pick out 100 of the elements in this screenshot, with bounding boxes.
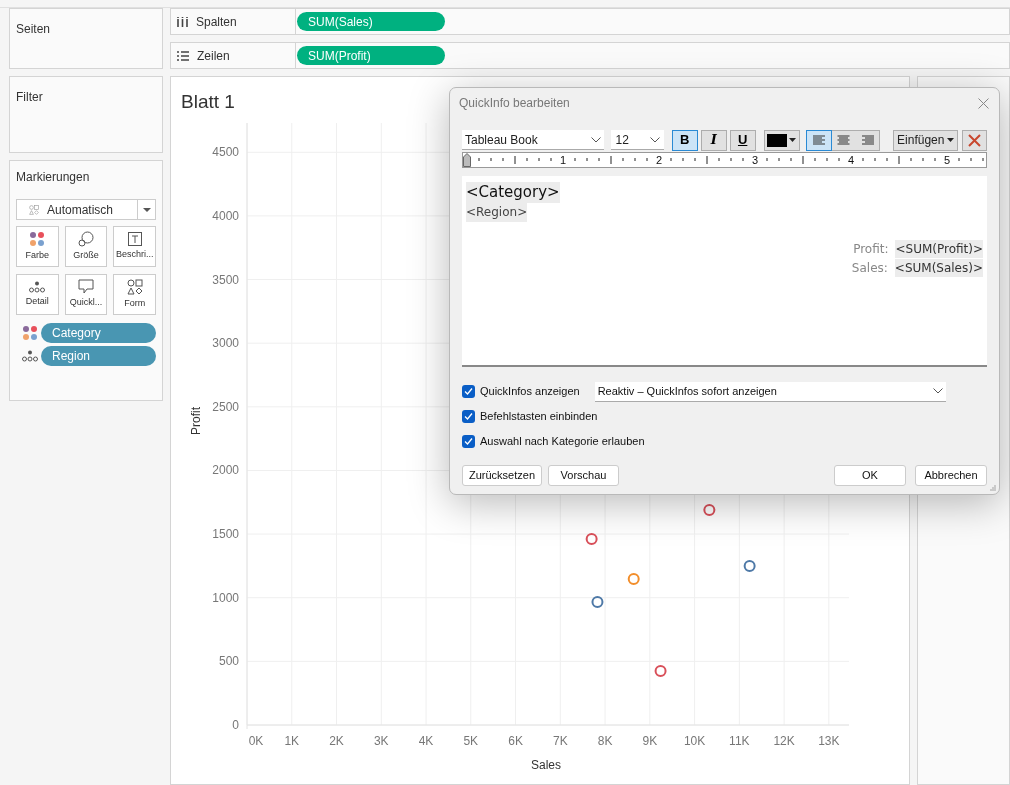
- align-icon: [812, 134, 826, 146]
- x-tick-label: 4K: [418, 734, 434, 748]
- text-icon: [127, 231, 142, 246]
- x-tick-label: 3K: [373, 734, 389, 748]
- dialog-button[interactable]: Abbrechen: [915, 465, 987, 486]
- y-axis-title: Profit: [189, 407, 203, 435]
- card-title: Filter: [16, 90, 43, 104]
- align-icon: [836, 134, 850, 146]
- checkbox-label: QuickInfos anzeigen: [480, 384, 580, 400]
- shelf-label: Spalten: [196, 13, 237, 31]
- x-tick-label: 5K: [463, 734, 479, 748]
- dialog-title: QuickInfo bearbeiten: [459, 95, 570, 112]
- dots-icon: [29, 280, 46, 293]
- shapes-icon: [29, 204, 39, 215]
- size-dropdown[interactable]: 12: [611, 130, 664, 150]
- checkbox[interactable]: [462, 410, 475, 423]
- color-picker[interactable]: [763, 129, 801, 151]
- field-token: <Region>: [466, 203, 528, 222]
- check-icon: [464, 437, 473, 446]
- marks-button[interactable]: Farbe: [16, 226, 59, 267]
- chevron-icon: [591, 136, 602, 143]
- x-tick-label: 13K: [818, 734, 840, 748]
- clear-button[interactable]: [962, 129, 987, 151]
- close-icon[interactable]: [978, 97, 989, 109]
- color-dots-icon: [22, 325, 38, 341]
- field-token: <SUM(Profit)>: [895, 240, 983, 258]
- format-button[interactable]: B: [671, 129, 698, 151]
- color-dots-icon: [29, 230, 46, 247]
- columns-icon: [177, 16, 188, 27]
- card-title: Markierungen: [16, 169, 91, 186]
- circles-icon: [78, 230, 94, 247]
- dialog-button[interactable]: OK: [834, 465, 906, 486]
- marks-button[interactable]: Beschri...: [113, 226, 156, 267]
- ruler-number: 5: [944, 153, 951, 167]
- dots-icon: [22, 350, 38, 362]
- field-token: <Category>: [466, 182, 560, 203]
- list-icon: [177, 50, 189, 61]
- y-tick-label: 3000: [212, 336, 239, 351]
- checkbox[interactable]: [462, 385, 475, 398]
- mark-type-dropdown[interactable]: Automatisch: [16, 199, 156, 220]
- y-tick-label: 2000: [212, 463, 239, 478]
- x-tick-label: 2K: [329, 734, 344, 748]
- ruler-number: 3: [752, 153, 759, 167]
- tooltip-mode-dropdown[interactable]: Reaktiv – QuickInfos sofort anzeigen: [594, 381, 946, 402]
- field-label: Sales:: [851, 260, 888, 277]
- caret-icon: [947, 138, 955, 142]
- font-dropdown[interactable]: Tableau Book: [462, 130, 605, 150]
- sheet-title: Blatt 1: [181, 91, 235, 112]
- insert-button[interactable]: Einfügen: [893, 129, 959, 151]
- close-icon: [968, 133, 982, 147]
- marks-button[interactable]: Quickl...: [64, 274, 108, 315]
- tooltip-editor[interactable]: <Category> <Region> Profit: <SUM(Profit)> Sales: <SUM(Sales)>: [462, 176, 987, 367]
- dialog-button[interactable]: Vorschau: [548, 465, 620, 486]
- marks-button[interactable]: Detail: [16, 274, 59, 315]
- x-tick-label: 0K: [248, 734, 264, 748]
- checkbox-label: Auswahl nach Kategorie erlauben: [480, 434, 645, 450]
- marks-button[interactable]: Größe: [64, 226, 108, 267]
- caret-icon: [142, 207, 151, 212]
- format-button[interactable]: U: [729, 129, 756, 151]
- checkbox[interactable]: [462, 435, 475, 448]
- x-tick-label: 6K: [508, 734, 523, 748]
- field-token: <SUM(Sales)>: [894, 259, 983, 277]
- x-tick-label: 8K: [597, 734, 613, 748]
- align-button[interactable]: [807, 130, 832, 150]
- check-icon: [464, 387, 473, 396]
- marks-button[interactable]: Form: [113, 274, 156, 315]
- x-tick-label: 9K: [642, 734, 658, 748]
- y-tick-label: 2500: [212, 399, 239, 414]
- field-label: Profit:: [853, 241, 889, 258]
- ruler-number: 2: [656, 153, 663, 167]
- x-tick-label: 10K: [683, 734, 706, 748]
- ruler-number: 4: [848, 153, 855, 167]
- dialog-button[interactable]: Zurücksetzen: [462, 465, 543, 486]
- x-tick-label: 7K: [552, 734, 568, 748]
- y-tick-label: 4500: [212, 145, 239, 160]
- chevron-icon: [649, 136, 660, 143]
- y-tick-label: 500: [218, 654, 239, 669]
- color-swatch: [767, 133, 788, 147]
- x-tick-label: 11K: [729, 734, 750, 748]
- speech-bubble-icon: [78, 279, 94, 295]
- x-tick-label: 1K: [284, 734, 300, 748]
- align-icon: [860, 134, 874, 146]
- indent-marker[interactable]: [463, 153, 471, 167]
- ruler-number: 1: [560, 153, 567, 167]
- check-icon: [464, 412, 473, 421]
- checkbox-label: Befehlstasten einbinden: [480, 409, 598, 425]
- x-tick-label: 12K: [773, 734, 795, 748]
- x-axis-title: Sales: [531, 758, 561, 772]
- y-tick-label: 3500: [212, 272, 239, 287]
- caret-icon: [789, 138, 797, 142]
- shelf-label: Zeilen: [197, 47, 230, 65]
- y-tick-label: 0: [232, 718, 239, 732]
- y-tick-label: 1500: [212, 527, 239, 542]
- y-tick-label: 1000: [212, 590, 239, 605]
- format-button[interactable]: I: [700, 129, 727, 151]
- chevron-icon: [932, 388, 943, 394]
- resize-grip-icon[interactable]: [989, 484, 996, 491]
- y-tick-label: 4000: [212, 208, 239, 223]
- shapes-icon: [126, 278, 143, 295]
- card-title: Seiten: [16, 22, 51, 36]
